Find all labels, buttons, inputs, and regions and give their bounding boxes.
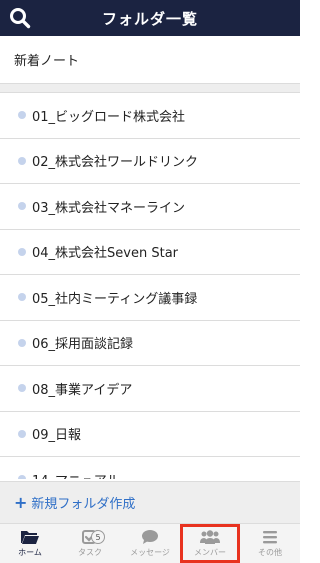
tab-more-label: その他 (258, 548, 282, 557)
task-count-badge: 5 (91, 530, 105, 544)
folder-item[interactable]: 03_株式会社マネーライン (0, 184, 300, 230)
search-button[interactable] (8, 6, 32, 30)
tab-home-label: ホーム (18, 548, 42, 557)
tab-messages[interactable]: メッセージ (120, 524, 180, 563)
folder-label: 05_社内ミーティング議事録 (32, 291, 198, 307)
folder-dot-icon (18, 293, 26, 302)
folder-dot-icon (18, 384, 26, 393)
folder-item[interactable]: 09_日報 (0, 412, 300, 457)
users-icon (199, 529, 221, 545)
tab-tasks-label: タスク (78, 548, 102, 557)
folder-label: 04_株式会社Seven Star (32, 246, 179, 262)
folder-dot-icon (18, 156, 26, 165)
folder-item[interactable]: 14_マニュアル (0, 457, 300, 479)
bottom-tab-bar: ホーム 5 タスク メッセージ メンバー その他 (0, 523, 300, 563)
header-bar: フォルダ一覧 (0, 0, 300, 36)
tab-tasks[interactable]: 5 タスク (60, 524, 120, 563)
create-folder-label: 新規フォルダ作成 (31, 497, 136, 512)
folder-label: 08_事業アイデア (32, 382, 133, 398)
folder-item[interactable]: 01_ビッグロード株式会社 (0, 93, 300, 139)
folder-open-icon (20, 529, 40, 545)
new-notes-label: 新着ノート (14, 54, 80, 69)
folder-list[interactable]: 01_ビッグロード株式会社 02_株式会社ワールドリンク 03_株式会社マネーラ… (0, 93, 300, 479)
folder-dot-icon (18, 202, 26, 211)
chat-bubble-icon (140, 529, 160, 545)
folder-dot-icon (18, 475, 26, 479)
folder-dot-icon (18, 247, 26, 256)
page-title: フォルダ一覧 (101, 9, 198, 28)
tab-more[interactable]: その他 (240, 524, 300, 563)
folder-item[interactable]: 04_株式会社Seven Star (0, 230, 300, 275)
menu-icon (261, 529, 279, 545)
folder-label: 09_日報 (32, 428, 82, 444)
folder-item[interactable]: 06_採用面談記録 (0, 321, 300, 366)
folder-item[interactable]: 05_社内ミーティング議事録 (0, 275, 300, 321)
folder-label: 06_採用面談記録 (32, 337, 134, 353)
new-notes-item[interactable]: 新着ノート (0, 36, 300, 84)
folder-item[interactable]: 02_株式会社ワールドリンク (0, 139, 300, 184)
folder-label: 01_ビッグロード株式会社 (32, 109, 186, 125)
tab-members[interactable]: メンバー (180, 524, 240, 563)
tab-members-label: メンバー (194, 548, 226, 557)
folder-label: 03_株式会社マネーライン (32, 200, 186, 216)
folder-label: 02_株式会社ワールドリンク (32, 155, 199, 171)
folder-item[interactable]: 08_事業アイデア (0, 366, 300, 412)
tab-home[interactable]: ホーム (0, 524, 60, 563)
search-icon (10, 8, 31, 29)
section-divider (0, 84, 300, 93)
folder-label: 14_マニュアル (32, 470, 120, 479)
folder-dot-icon (18, 429, 26, 438)
folder-dot-icon (18, 338, 26, 347)
tab-messages-label: メッセージ (130, 548, 170, 557)
folder-dot-icon (18, 111, 26, 120)
create-folder-button[interactable]: + 新規フォルダ作成 (0, 481, 300, 523)
plus-icon: + (14, 492, 28, 512)
